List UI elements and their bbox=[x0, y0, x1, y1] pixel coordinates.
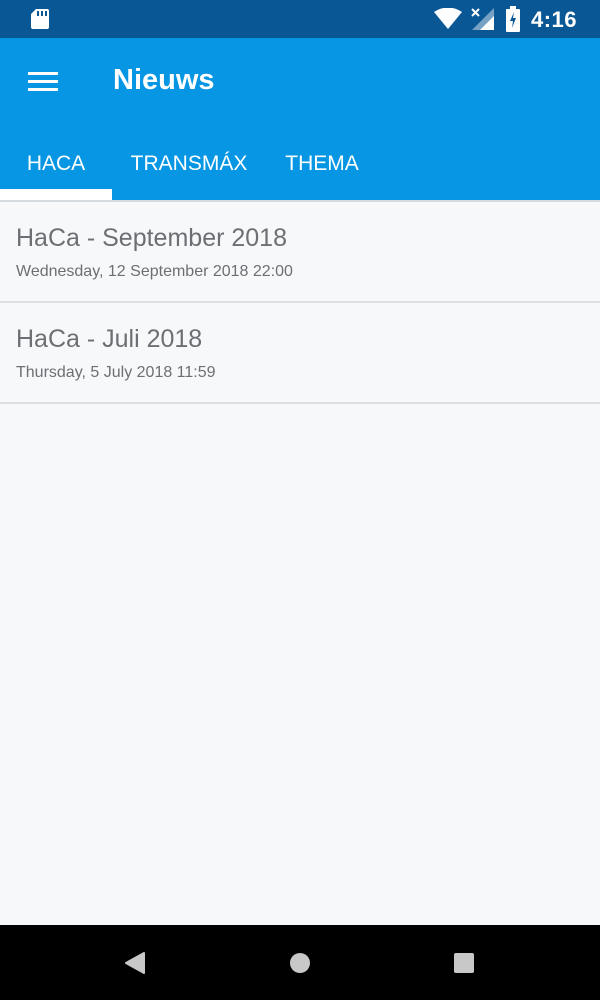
status-time: 4:16 bbox=[531, 7, 578, 32]
news-item[interactable]: HaCa - September 2018 Wednesday, 12 Sept… bbox=[0, 202, 600, 303]
battery-charging-icon bbox=[506, 6, 520, 32]
status-bar: 4:16 bbox=[0, 0, 600, 38]
news-item-date: Wednesday, 12 September 2018 22:00 bbox=[16, 263, 293, 280]
news-item-title: HaCa - September 2018 bbox=[16, 224, 287, 252]
hamburger-menu-icon bbox=[28, 72, 58, 91]
system-navigation-bar bbox=[0, 925, 600, 1000]
tab-transmax[interactable]: TRANSMÁX bbox=[112, 126, 266, 201]
news-item[interactable]: HaCa - Juli 2018 Thursday, 5 July 2018 1… bbox=[0, 303, 600, 404]
news-item-title: HaCa - Juli 2018 bbox=[16, 325, 203, 353]
news-list: HaCa - September 2018 Wednesday, 12 Sept… bbox=[0, 202, 600, 404]
app-bar: Nieuws bbox=[0, 38, 600, 126]
menu-button[interactable] bbox=[22, 62, 66, 102]
wifi-icon bbox=[434, 8, 462, 29]
sd-card-icon bbox=[31, 9, 49, 29]
tab-bar: HACA TRANSMÁX THEMA bbox=[0, 126, 600, 201]
tab-thema[interactable]: THEMA bbox=[266, 126, 378, 201]
recents-icon[interactable] bbox=[446, 945, 482, 981]
back-icon[interactable] bbox=[116, 945, 152, 981]
news-item-date: Thursday, 5 July 2018 11:59 bbox=[16, 364, 216, 381]
page-title: Nieuws bbox=[113, 64, 215, 96]
signal-icon bbox=[471, 8, 494, 30]
home-icon[interactable] bbox=[282, 945, 318, 981]
